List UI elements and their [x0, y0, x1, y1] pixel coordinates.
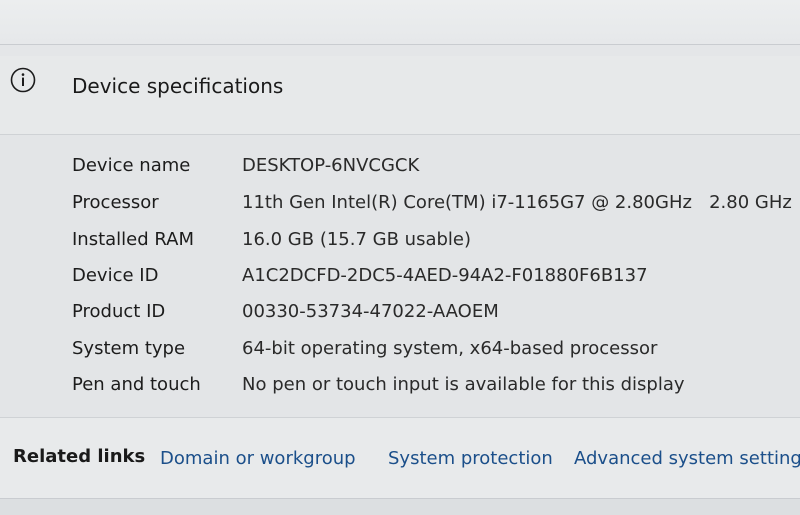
spec-row-installed-ram: Installed RAM 16.0 GB (15.7 GB usable) [0, 229, 800, 259]
spec-row-system-type: System type 64-bit operating system, x64… [0, 338, 800, 368]
spec-value: 64-bit operating system, x64-based proce… [242, 338, 658, 359]
spec-value: No pen or touch input is available for t… [242, 374, 685, 395]
advanced-system-settings-link[interactable]: Advanced system settings [574, 448, 800, 469]
spec-value: DESKTOP-6NVCGCK [242, 155, 420, 176]
spec-value: 11th Gen Intel(R) Core(TM) i7-1165G7 @ 2… [242, 192, 792, 213]
spec-label: Pen and touch [72, 374, 201, 395]
related-links-label: Related links [13, 446, 146, 467]
device-specifications-header[interactable]: Device specifications [0, 56, 800, 135]
related-links-bar: Related links Domain or workgroup System… [0, 418, 800, 498]
spec-label: System type [72, 338, 186, 359]
device-specifications-list: Device name DESKTOP-6NVCGCK Processor 11… [0, 135, 800, 418]
spec-value: 00330-53734-47022-AAOEM [242, 301, 499, 322]
spec-value: 16.0 GB (15.7 GB usable) [242, 229, 471, 250]
spec-row-processor: Processor 11th Gen Intel(R) Core(TM) i7-… [0, 192, 800, 222]
spec-label: Installed RAM [72, 229, 195, 250]
spec-row-device-id: Device ID A1C2DCFD-2DC5-4AED-94A2-F01880… [0, 265, 800, 295]
spec-label: Processor [72, 192, 159, 213]
top-strip [0, 0, 800, 45]
page-title: Device specifications [72, 74, 284, 98]
spec-row-product-id: Product ID 00330-53734-47022-AAOEM [0, 301, 800, 331]
spec-row-device-name: Device name DESKTOP-6NVCGCK [0, 155, 800, 185]
domain-or-workgroup-link[interactable]: Domain or workgroup [160, 448, 356, 469]
system-protection-link[interactable]: System protection [388, 448, 553, 469]
spec-row-pen-and-touch: Pen and touch No pen or touch input is a… [0, 374, 800, 404]
spec-value: A1C2DCFD-2DC5-4AED-94A2-F01880F6B137 [242, 265, 648, 286]
info-icon [10, 67, 36, 93]
spec-label: Device name [72, 155, 191, 176]
bottom-strip [0, 498, 800, 515]
spec-label: Device ID [72, 265, 159, 286]
spec-label: Product ID [72, 301, 166, 322]
